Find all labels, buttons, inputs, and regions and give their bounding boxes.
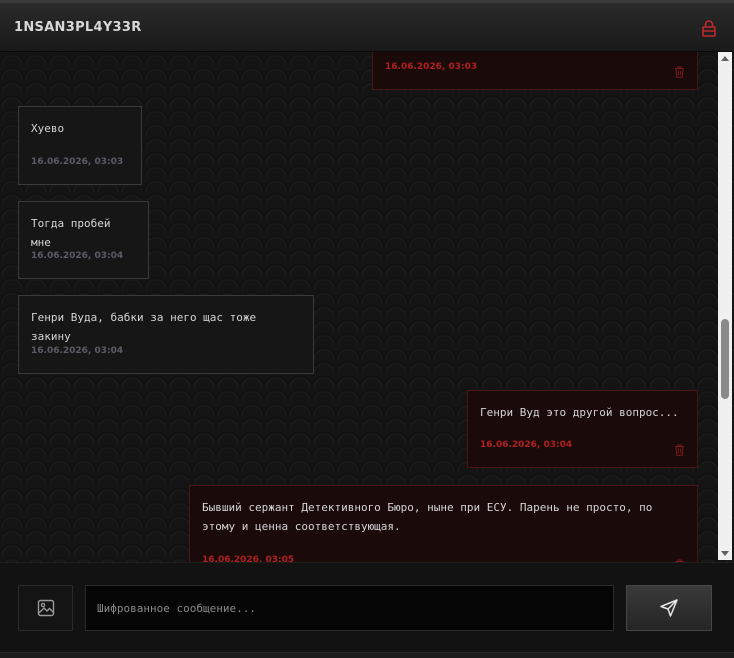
send-icon <box>660 599 678 617</box>
lock-icon[interactable] <box>701 19 717 37</box>
message-time: 16.06.2026, 03:04 <box>31 251 124 261</box>
scrollbar-thumb[interactable] <box>721 319 729 399</box>
message-text: Бывший сержант Детективного Бюро, ныне п… <box>202 501 659 533</box>
message-incoming: Тогда пробей мне 16.06.2026, 03:04 <box>18 201 149 279</box>
message-time: 16.06.2026, 03:03 <box>385 62 478 72</box>
message-incoming: Генри Вуда, бабки за него щас тоже закин… <box>18 295 314 374</box>
message-outgoing: Генри Вуд это другой вопрос... 16.06.202… <box>467 390 698 468</box>
scroll-up-arrow-icon[interactable] <box>721 56 729 61</box>
message-composer <box>0 562 734 658</box>
message-list[interactable]: 16.06.2026, 03:03 Хуево 16.06.2026, 03:0… <box>0 52 734 562</box>
message-text: Хуево <box>31 122 65 135</box>
scrollbar[interactable] <box>718 52 732 560</box>
message-time: 16.06.2026, 03:03 <box>31 157 124 167</box>
message-incoming: Хуево 16.06.2026, 03:03 <box>18 106 142 185</box>
bottom-edge <box>0 652 734 658</box>
scroll-down-arrow-icon[interactable] <box>721 551 729 556</box>
attach-image-button[interactable] <box>18 585 73 631</box>
message-text: Генри Вуд это другой вопрос... <box>480 406 679 419</box>
send-button[interactable] <box>626 585 712 631</box>
message-time: 16.06.2026, 03:04 <box>480 440 573 450</box>
message-input[interactable] <box>85 585 614 631</box>
trash-icon[interactable] <box>674 66 685 78</box>
message-outgoing: 16.06.2026, 03:03 <box>372 52 698 90</box>
message-time: 16.06.2026, 03:05 <box>202 555 295 562</box>
message-time: 16.06.2026, 03:04 <box>31 346 124 356</box>
image-icon <box>37 599 54 617</box>
message-outgoing: Бывший сержант Детективного Бюро, ныне п… <box>189 485 698 562</box>
contact-name: 1NSAN3PL4Y33R <box>14 20 142 35</box>
trash-icon[interactable] <box>674 444 685 456</box>
chat-header: 1NSAN3PL4Y33R <box>0 0 734 52</box>
message-text: Генри Вуда, бабки за него щас тоже закин… <box>31 311 263 343</box>
